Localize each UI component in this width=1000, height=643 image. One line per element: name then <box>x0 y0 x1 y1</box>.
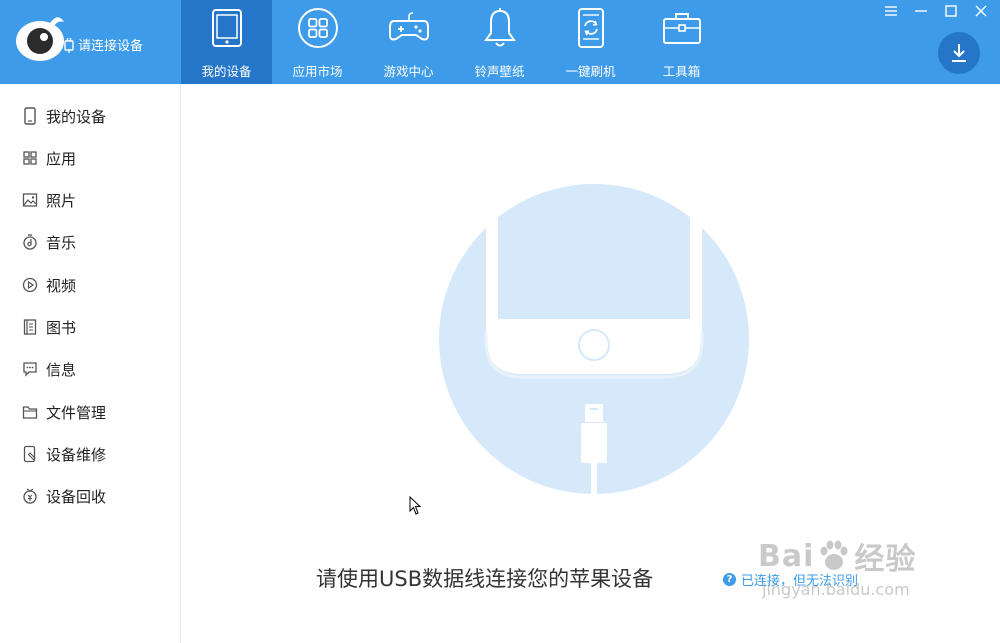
usb-plug-icon <box>64 37 74 53</box>
sidebar-item-device-repair[interactable]: 设备维修 <box>22 442 106 466</box>
phone-refresh-icon <box>578 8 604 48</box>
window-controls <box>880 2 992 20</box>
toolbox-icon <box>663 13 701 44</box>
app-logo-icon <box>16 17 64 61</box>
watermark: Bai 经验 jingyan.baidu.com <box>758 534 917 600</box>
connect-prompt: 请使用USB数据线连接您的苹果设备 <box>316 567 654 591</box>
minimize-icon[interactable] <box>910 2 932 20</box>
sidebar-item-video[interactable]: 视频 <box>22 273 76 297</box>
sidebar-item-label: 我的设备 <box>46 107 107 126</box>
watermark-suffix: 经验 <box>854 542 917 577</box>
sidebar-item-books[interactable]: 图书 <box>22 315 76 339</box>
sidebar-item-label: 信息 <box>46 360 77 379</box>
connect-label: 请连接设备 <box>78 39 144 54</box>
menu-icon[interactable] <box>880 2 902 20</box>
book-icon <box>23 319 37 335</box>
sidebar-item-label: 设备回收 <box>46 487 107 506</box>
sidebar-item-file-manager[interactable]: 文件管理 <box>22 400 106 424</box>
tab-my-device[interactable]: 我的设备 <box>181 0 272 84</box>
sidebar-item-apps[interactable]: 应用 <box>22 146 76 170</box>
main-nav: 我的设备 应用市场 游戏中心 铃声壁纸 一键刷机 工具箱 <box>181 0 727 84</box>
phone-icon <box>24 107 36 125</box>
watermark-brand: Bai <box>758 538 815 574</box>
bell-icon <box>484 8 516 47</box>
close-icon[interactable] <box>970 2 992 20</box>
download-icon <box>952 44 966 62</box>
watermark-url: jingyan.baidu.com <box>762 580 910 599</box>
tab-ringtone-wallpaper[interactable]: 铃声壁纸 <box>454 0 545 84</box>
tab-game-center[interactable]: 游戏中心 <box>363 0 454 84</box>
folder-icon <box>22 406 38 419</box>
apps-grid-icon <box>298 8 338 48</box>
mouse-cursor-icon <box>409 496 422 515</box>
connect-status[interactable]: 请连接设备 <box>64 35 143 54</box>
question-icon: ? <box>723 573 736 586</box>
sidebar-item-label: 设备维修 <box>46 445 107 464</box>
photo-icon <box>22 193 38 207</box>
tablet-icon <box>212 9 242 47</box>
paw-icon <box>820 540 848 570</box>
recycle-icon <box>23 488 37 504</box>
sidebar-item-messages[interactable]: 信息 <box>22 357 76 381</box>
tab-toolbox[interactable]: 工具箱 <box>636 0 727 84</box>
sidebar: 我的设备 应用 照片 音乐 视频 图书 信息 文件管理 设备维修 设备回收 <box>0 84 181 643</box>
apps-icon <box>23 151 37 165</box>
tab-app-market[interactable]: 应用市场 <box>272 0 363 84</box>
top-bar: 请连接设备 我的设备 应用市场 游戏中心 铃声壁纸 一键刷机 工具箱 <box>0 0 1000 84</box>
tab-label: 铃声壁纸 <box>474 64 525 79</box>
sidebar-item-label: 文件管理 <box>46 403 107 422</box>
message-icon <box>23 362 37 377</box>
sidebar-item-music[interactable]: 音乐 <box>22 230 76 254</box>
download-button[interactable] <box>938 32 980 74</box>
sidebar-item-photos[interactable]: 照片 <box>22 188 76 212</box>
sidebar-item-label: 应用 <box>46 149 77 168</box>
sidebar-item-device-recycle[interactable]: 设备回收 <box>22 484 106 508</box>
music-icon <box>23 234 37 250</box>
maximize-icon[interactable] <box>940 2 962 20</box>
video-icon <box>22 277 38 293</box>
tab-label: 一键刷机 <box>565 64 616 79</box>
sidebar-item-label: 视频 <box>46 276 77 295</box>
sidebar-item-label: 图书 <box>46 318 77 337</box>
tab-label: 我的设备 <box>201 64 252 79</box>
gamepad-icon <box>389 12 429 41</box>
repair-icon <box>23 445 36 463</box>
sidebar-item-label: 照片 <box>46 191 77 210</box>
tab-one-click-flash[interactable]: 一键刷机 <box>545 0 636 84</box>
connect-device-illustration <box>439 184 749 494</box>
tab-label: 工具箱 <box>662 64 701 79</box>
tab-label: 游戏中心 <box>383 64 434 79</box>
tab-label: 应用市场 <box>292 64 343 79</box>
sidebar-item-my-device[interactable]: 我的设备 <box>22 104 106 128</box>
sidebar-item-label: 音乐 <box>46 233 77 252</box>
